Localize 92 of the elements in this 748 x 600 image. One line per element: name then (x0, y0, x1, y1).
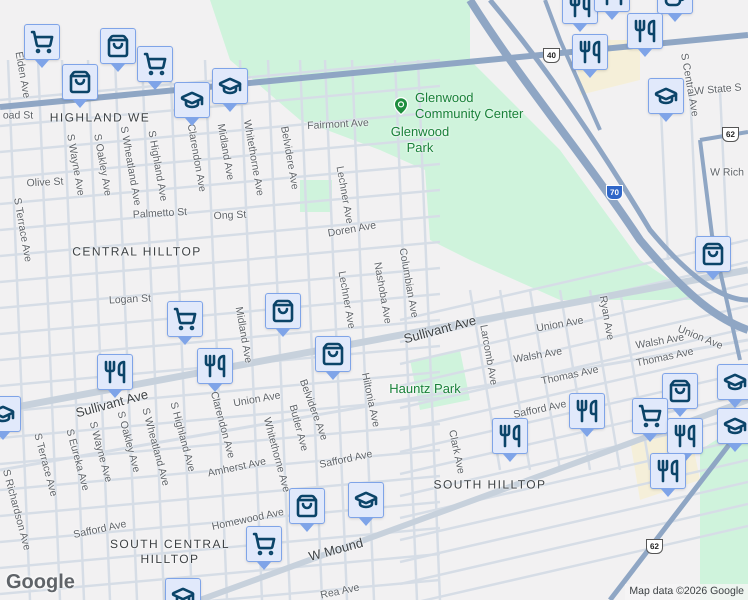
street-label: S Wayne Ave (64, 133, 87, 197)
fork-knife-icon (633, 19, 657, 43)
shopping-bag-icon (701, 242, 725, 266)
restaurant-pin[interactable] (667, 418, 703, 462)
restaurant-pin[interactable] (492, 418, 528, 462)
grocery-pin[interactable] (137, 46, 173, 90)
map-logo: Google (6, 570, 75, 595)
shopping-cart-icon (252, 532, 276, 556)
shopping-pin[interactable] (265, 293, 301, 337)
shopping-bag-icon (271, 299, 295, 323)
street-label: Midland Ave (232, 306, 254, 364)
street-label: Safford Ave (512, 398, 568, 422)
street-label: S Terrace Ave (10, 196, 34, 264)
street-label: Columbian Ave (396, 247, 421, 319)
shopping-bag-icon (106, 34, 130, 58)
interstate-shield: 70 (606, 185, 623, 200)
street-label: Belvidere Ave (277, 125, 302, 191)
restaurant-pin[interactable] (197, 348, 233, 392)
grocery-pin[interactable] (167, 301, 203, 345)
street-label: Olive St (26, 175, 64, 191)
street-label: Lechner Ave (334, 270, 358, 330)
route-shield: 62 (646, 539, 663, 554)
school-pin[interactable] (348, 482, 384, 526)
street-label: Safford Ave (318, 448, 374, 472)
street-label: Ryan Ave (596, 294, 616, 342)
street-label: Hiltonia Ave (358, 372, 382, 428)
school-pin[interactable] (174, 82, 210, 126)
street-label: S Highland Ave (144, 130, 170, 202)
street-label: Palmetto St (132, 206, 188, 222)
shopping-bag-icon (321, 342, 345, 366)
shopping-pin[interactable] (62, 64, 98, 108)
neighborhood-label: SOUTH HILLTOP (434, 478, 546, 492)
shopping-pin[interactable] (695, 236, 731, 280)
school-pin[interactable] (648, 78, 684, 122)
street-label: S Wheatland Ave (116, 125, 144, 207)
fork-knife-icon (578, 40, 602, 64)
restaurant-pin[interactable] (562, 0, 598, 32)
school-pin[interactable] (717, 408, 748, 452)
street-label: Rea Ave (319, 581, 361, 600)
fork-knife-icon (498, 424, 522, 448)
school-pin[interactable] (717, 364, 748, 408)
restaurant-pin[interactable] (627, 13, 663, 57)
street-label: W Mound (307, 534, 365, 566)
street-label: Lechner Ave (332, 165, 356, 225)
shopping-bag-icon (668, 379, 692, 403)
shopping-pin[interactable] (315, 336, 351, 380)
street-label: Fairmont Ave (306, 116, 370, 134)
street-label: Elden Ave (12, 50, 33, 100)
street-label: W State S (694, 81, 742, 99)
street-label: Logan St (108, 292, 152, 308)
shopping-pin[interactable] (662, 373, 698, 417)
park-label: Hauntz Park (389, 380, 461, 398)
fork-knife-icon (673, 424, 697, 448)
fork-knife-icon (575, 399, 599, 423)
fork-knife-icon (103, 360, 127, 384)
street-label: oad St (2, 109, 34, 123)
restaurant-pin[interactable] (650, 453, 686, 497)
shopping-cart-icon (638, 404, 662, 428)
shopping-cart-icon (143, 52, 167, 76)
fork-knife-icon (568, 0, 592, 18)
route-shield: 62 (722, 127, 739, 142)
shopping-cart-icon (30, 30, 54, 54)
street-label: Larcomb Ave (476, 324, 500, 386)
street-label: W Rich (710, 166, 744, 180)
route-shield: 40 (543, 48, 560, 63)
street-label: S Oakley Ave (90, 132, 114, 198)
school-pin[interactable] (212, 68, 248, 112)
street-label: Clark Ave (445, 428, 468, 476)
neighborhood-label: CENTRAL HILLTOP (72, 244, 202, 260)
shopping-cart-icon (173, 307, 197, 331)
street-label: Union Ave (232, 389, 282, 411)
fork-knife-icon (203, 354, 227, 378)
shopping-pin[interactable] (100, 28, 136, 72)
street-label: Union Ave (535, 314, 585, 336)
restaurant-pin[interactable] (572, 34, 608, 78)
park-label: Glenwood Park (390, 124, 450, 156)
place-pin-icon[interactable] (391, 96, 411, 116)
shopping-pin[interactable] (289, 488, 325, 532)
shopping-bag-icon (295, 494, 319, 518)
place-label[interactable]: Glenwood Community Center (415, 90, 524, 122)
grocery-pin[interactable] (24, 24, 60, 68)
fork-knife-icon (656, 459, 680, 483)
street-label: Midland Ave (214, 122, 236, 182)
street-label: Ong St (213, 208, 247, 224)
street-label: S Terrace Ave (30, 432, 60, 498)
shopping-bag-icon (68, 70, 92, 94)
neighborhood-label: HIGHLAND WE (50, 110, 150, 126)
street-label: Nashoba Ave (370, 261, 394, 325)
grocery-pin[interactable] (632, 398, 668, 442)
restaurant-pin[interactable] (569, 393, 605, 437)
street-label: Clarendon Ave (184, 123, 208, 193)
street-label: Whitethorne Ave (240, 119, 266, 197)
